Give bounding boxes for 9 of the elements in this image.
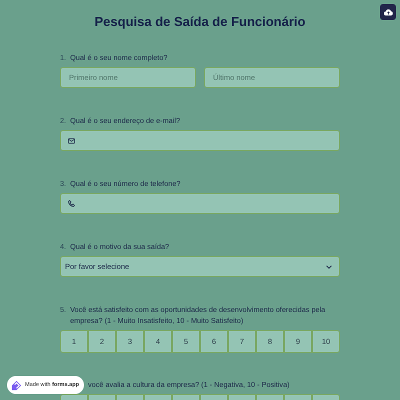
cloud-upload-icon	[384, 8, 392, 16]
email-field[interactable]	[60, 130, 340, 151]
envelope-icon	[68, 138, 75, 144]
phone-field[interactable]	[60, 193, 340, 214]
logo-icon	[11, 380, 22, 390]
phone-icon	[68, 200, 75, 207]
upload-button[interactable]	[380, 4, 396, 20]
chevron-down-icon	[326, 264, 332, 268]
form-title: Pesquisa de Saída de Funcionário	[94, 14, 306, 30]
